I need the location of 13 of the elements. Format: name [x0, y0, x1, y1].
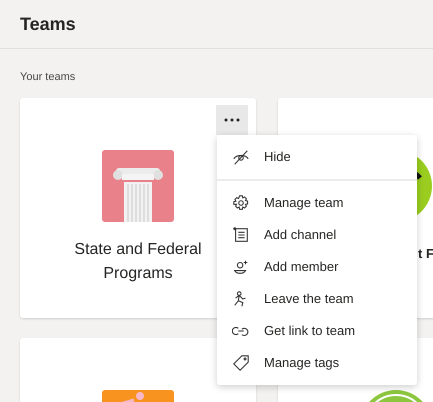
- more-options-button[interactable]: [216, 104, 248, 134]
- settings-icon: [232, 194, 250, 212]
- hidden-eye-icon: [232, 148, 250, 166]
- menu-item[interactable]: Get link to team: [217, 315, 417, 347]
- list-icon: [232, 226, 250, 244]
- tag-icon: [232, 354, 250, 372]
- team-name: State and Federal Programs: [73, 240, 203, 284]
- team-name: t F: [418, 244, 433, 262]
- add-person-icon: [232, 258, 250, 276]
- section-title: Your teams: [20, 70, 76, 85]
- menu-item[interactable]: Manage tags: [217, 347, 417, 379]
- more-icon: [224, 118, 240, 122]
- page-title: Teams: [20, 12, 76, 36]
